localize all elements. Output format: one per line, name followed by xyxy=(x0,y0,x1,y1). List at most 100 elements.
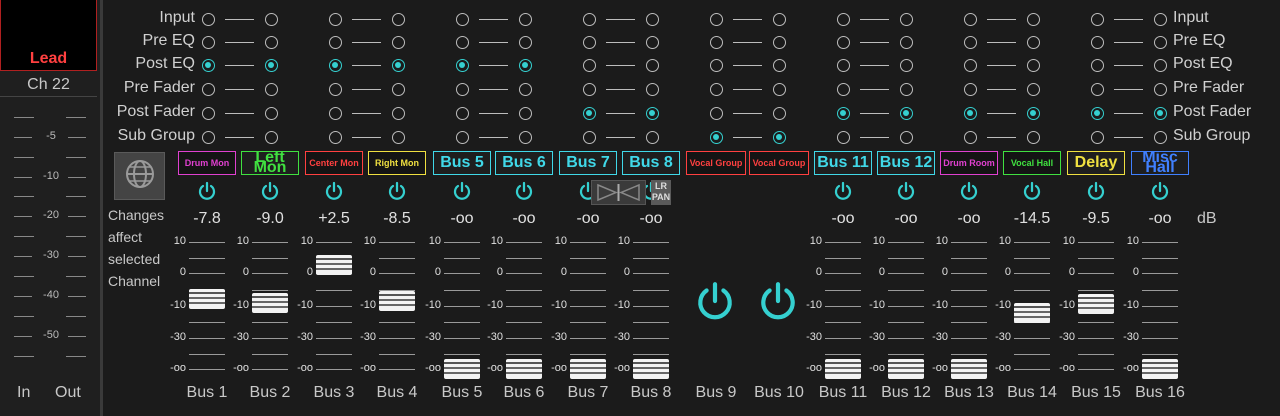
power-button[interactable] xyxy=(1022,181,1042,201)
radio-button[interactable] xyxy=(1091,36,1104,49)
power-button[interactable] xyxy=(833,181,853,201)
radio-button[interactable] xyxy=(1154,36,1167,49)
radio-button[interactable] xyxy=(202,13,215,26)
fader-cap[interactable] xyxy=(570,359,606,379)
radio-button[interactable] xyxy=(837,131,850,144)
radio-button[interactable] xyxy=(265,83,278,96)
radio-button[interactable] xyxy=(1027,13,1040,26)
radio-button[interactable] xyxy=(1027,83,1040,96)
radio-button[interactable] xyxy=(519,107,532,120)
radio-button[interactable] xyxy=(710,107,723,120)
bus-tag[interactable]: Bus 11 xyxy=(814,151,872,175)
radio-button[interactable] xyxy=(329,131,342,144)
radio-button[interactable] xyxy=(392,36,405,49)
radio-button[interactable] xyxy=(964,107,977,120)
power-button[interactable] xyxy=(387,181,407,201)
radio-button[interactable] xyxy=(1091,83,1104,96)
radio-button[interactable] xyxy=(646,107,659,120)
radio-button[interactable] xyxy=(900,83,913,96)
bus-tag[interactable]: Delay xyxy=(1067,151,1125,175)
fader-cap[interactable] xyxy=(252,293,288,313)
radio-button[interactable] xyxy=(583,131,596,144)
radio-button[interactable] xyxy=(646,83,659,96)
bus-tag[interactable]: Bus 5 xyxy=(433,151,491,175)
fader-cap[interactable] xyxy=(379,291,415,311)
radio-button[interactable] xyxy=(1154,83,1167,96)
radio-button[interactable] xyxy=(456,59,469,72)
radio-button[interactable] xyxy=(710,13,723,26)
radio-button[interactable] xyxy=(456,83,469,96)
lr-pan-button[interactable]: LR PAN xyxy=(651,180,671,205)
power-button[interactable] xyxy=(694,280,736,322)
stereo-link-button[interactable] xyxy=(591,180,646,205)
radio-button[interactable] xyxy=(773,36,786,49)
radio-button[interactable] xyxy=(837,59,850,72)
bus-tag[interactable]: Bus 8 xyxy=(622,151,680,175)
radio-button[interactable] xyxy=(1091,59,1104,72)
radio-button[interactable] xyxy=(329,13,342,26)
radio-button[interactable] xyxy=(900,36,913,49)
radio-button[interactable] xyxy=(1027,107,1040,120)
radio-button[interactable] xyxy=(900,107,913,120)
radio-button[interactable] xyxy=(964,131,977,144)
fader-cap[interactable] xyxy=(1014,303,1050,323)
radio-button[interactable] xyxy=(1091,107,1104,120)
radio-button[interactable] xyxy=(202,107,215,120)
bus-tag[interactable]: Bus 7 xyxy=(559,151,617,175)
power-button[interactable] xyxy=(1150,181,1170,201)
power-button[interactable] xyxy=(757,280,799,322)
radio-button[interactable] xyxy=(710,59,723,72)
fader-cap[interactable] xyxy=(189,289,225,309)
fader-cap[interactable] xyxy=(506,359,542,379)
radio-button[interactable] xyxy=(646,13,659,26)
radio-button[interactable] xyxy=(646,131,659,144)
radio-button[interactable] xyxy=(329,83,342,96)
radio-button[interactable] xyxy=(773,131,786,144)
radio-button[interactable] xyxy=(456,13,469,26)
bus-tag[interactable]: Drum Mon xyxy=(178,151,236,175)
radio-button[interactable] xyxy=(392,59,405,72)
radio-button[interactable] xyxy=(392,131,405,144)
radio-button[interactable] xyxy=(329,59,342,72)
radio-button[interactable] xyxy=(837,83,850,96)
radio-button[interactable] xyxy=(964,59,977,72)
radio-button[interactable] xyxy=(202,83,215,96)
radio-button[interactable] xyxy=(773,83,786,96)
radio-button[interactable] xyxy=(773,107,786,120)
radio-button[interactable] xyxy=(1154,131,1167,144)
radio-button[interactable] xyxy=(392,83,405,96)
bus-tag[interactable]: Vocal Hall xyxy=(1003,151,1061,175)
radio-button[interactable] xyxy=(583,13,596,26)
radio-button[interactable] xyxy=(964,83,977,96)
radio-button[interactable] xyxy=(773,59,786,72)
radio-button[interactable] xyxy=(392,107,405,120)
radio-button[interactable] xyxy=(202,59,215,72)
radio-button[interactable] xyxy=(329,107,342,120)
radio-button[interactable] xyxy=(265,13,278,26)
radio-button[interactable] xyxy=(202,36,215,49)
bus-tag[interactable]: Misc Hall xyxy=(1131,151,1189,175)
fader-cap[interactable] xyxy=(444,359,480,379)
radio-button[interactable] xyxy=(646,36,659,49)
radio-button[interactable] xyxy=(265,36,278,49)
radio-button[interactable] xyxy=(265,131,278,144)
radio-button[interactable] xyxy=(519,13,532,26)
radio-button[interactable] xyxy=(456,36,469,49)
radio-button[interactable] xyxy=(202,131,215,144)
radio-button[interactable] xyxy=(583,83,596,96)
power-button[interactable] xyxy=(1086,181,1106,201)
radio-button[interactable] xyxy=(456,131,469,144)
radio-button[interactable] xyxy=(519,131,532,144)
fader-cap[interactable] xyxy=(633,359,669,379)
bus-tag[interactable]: Center Mon xyxy=(305,151,363,175)
radio-button[interactable] xyxy=(1154,13,1167,26)
power-button[interactable] xyxy=(452,181,472,201)
radio-button[interactable] xyxy=(519,59,532,72)
fader-cap[interactable] xyxy=(888,359,924,379)
radio-button[interactable] xyxy=(583,36,596,49)
fader-cap[interactable] xyxy=(1078,294,1114,314)
radio-button[interactable] xyxy=(837,13,850,26)
fader-cap[interactable] xyxy=(1142,359,1178,379)
power-button[interactable] xyxy=(896,181,916,201)
radio-button[interactable] xyxy=(964,36,977,49)
